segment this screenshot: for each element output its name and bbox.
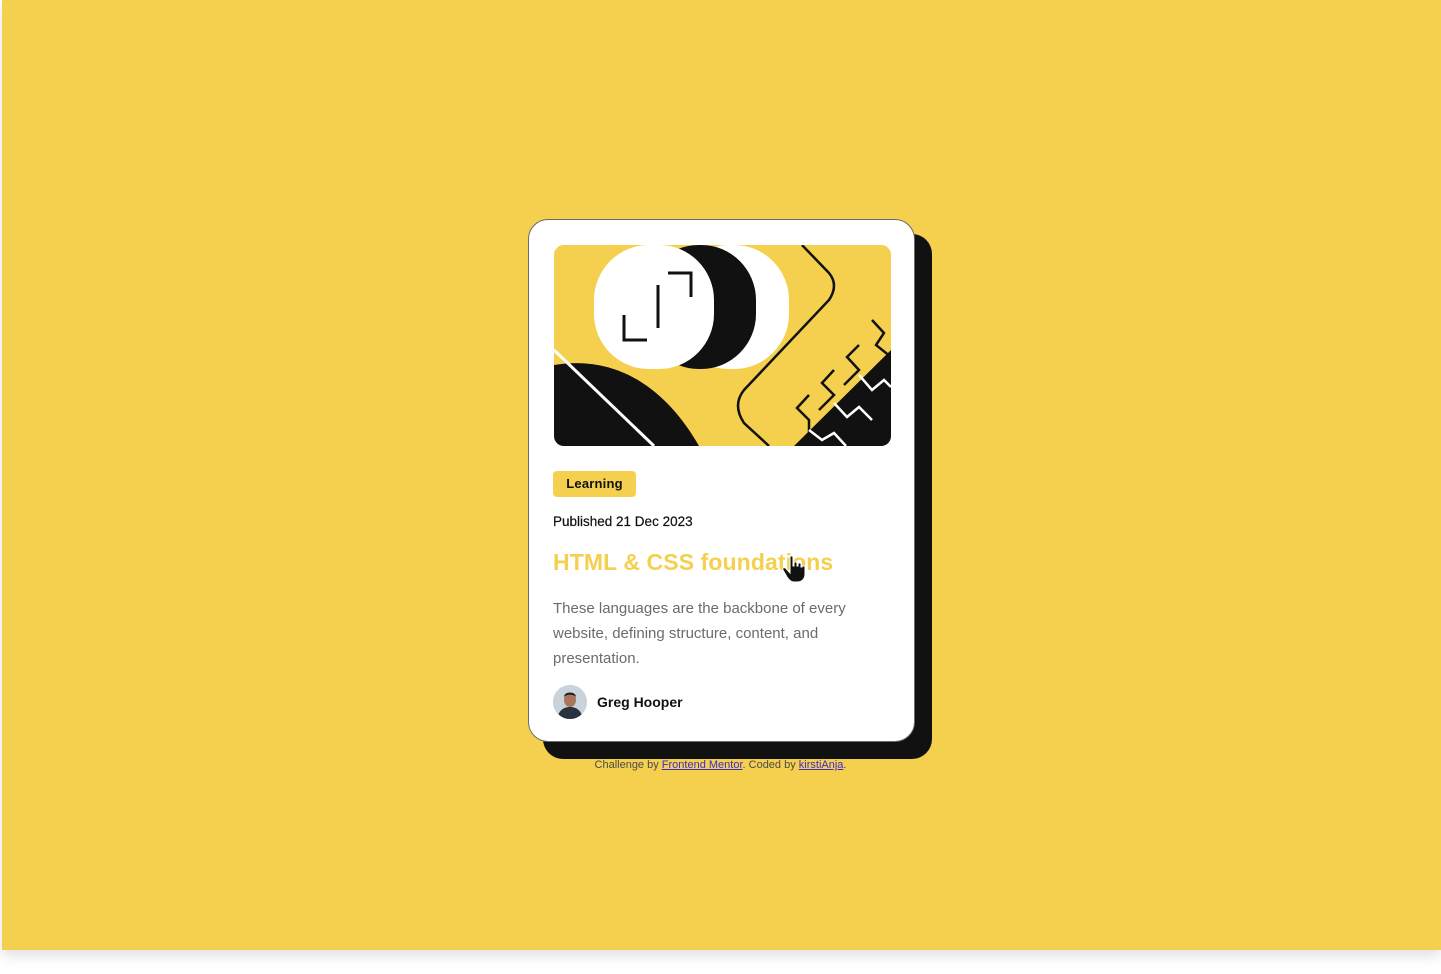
blog-preview-card: Learning Published 21 Dec 2023 HTML & CS… (528, 219, 915, 742)
avatar (553, 685, 587, 719)
attribution-suffix: . (843, 759, 847, 771)
author-name: Greg Hooper (597, 694, 683, 710)
published-date: Published 21 Dec 2023 (553, 514, 693, 529)
frontend-mentor-link[interactable]: Frontend Mentor (662, 759, 743, 771)
author: Greg Hooper (553, 685, 683, 719)
attribution: Challenge by Frontend Mentor. Coded by k… (0, 759, 1441, 771)
attribution-prefix: Challenge by (594, 759, 662, 771)
card-description: These languages are the backbone of ever… (553, 600, 846, 667)
category-tag: Learning (553, 471, 636, 497)
hand-pointer-icon (782, 555, 806, 588)
author-profile-link[interactable]: kirstiAnja (799, 759, 844, 771)
attribution-middle: . Coded by (742, 759, 799, 771)
illustration-image (554, 245, 891, 446)
